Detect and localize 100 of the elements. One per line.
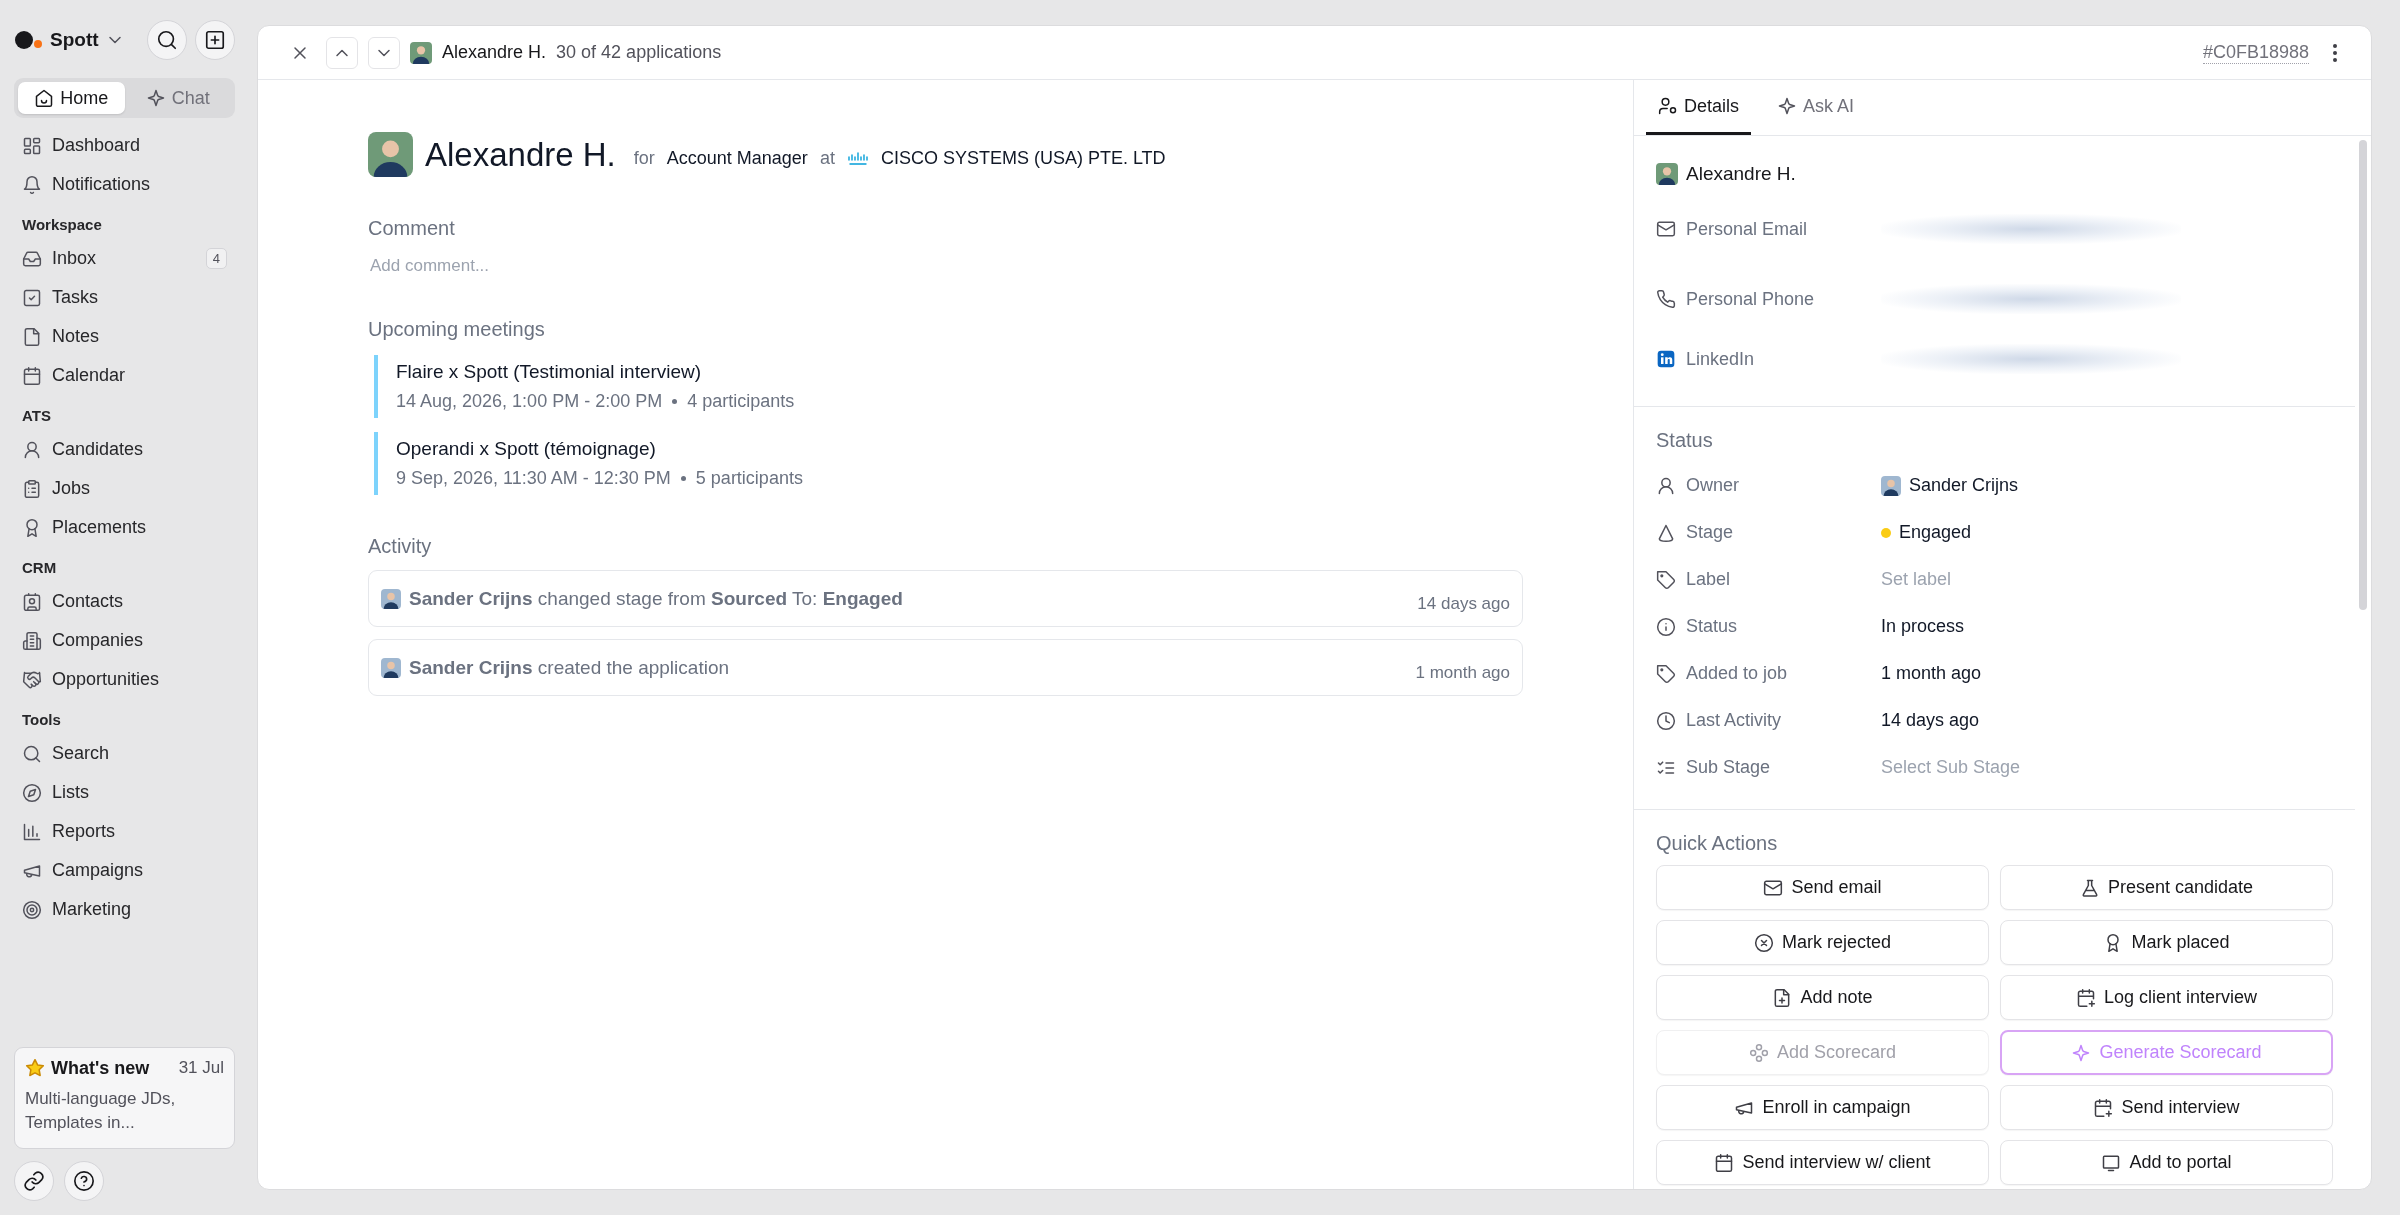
search-icon — [22, 743, 42, 764]
quick-action-button[interactable]: Mark rejected — [1656, 920, 1989, 965]
meeting-title: Flaire x Spott (Testimonial interview) — [396, 361, 703, 383]
job-role[interactable]: Account Manager — [666, 148, 808, 169]
meeting-time: 9 Sep, 2026, 11:30 AM - 12:30 PM — [396, 468, 671, 489]
candidate-name: Alexandre H. — [442, 42, 547, 63]
participant-count: 5 participants — [695, 468, 803, 489]
section-heading: ATS — [21, 406, 52, 426]
nav-item[interactable]: Marketing — [14, 890, 235, 929]
stage-value[interactable]: Engaged — [1899, 522, 1972, 543]
meeting-entry[interactable]: Flaire x Spott (Testimonial interview) 14 Aug, 2026, 1:00 PM - 2:00 PM 4 participants — [374, 355, 1573, 418]
nav-item[interactable]: Calendar — [14, 356, 235, 395]
nav-item[interactable]: Opportunities — [14, 660, 235, 699]
quick-action-button[interactable]: Send interview w/ client — [1656, 1140, 1989, 1185]
activity-text: Sander Crijns changed stage from Sourced To: Engaged — [409, 587, 904, 610]
calendar-plus-icon — [2075, 987, 2096, 1008]
nav-item[interactable]: Dashboard — [14, 126, 235, 165]
nav-item[interactable]: Lists — [14, 773, 235, 812]
scrollbar-thumb[interactable] — [2359, 140, 2367, 610]
panel-tab[interactable]: Ask AI — [1765, 80, 1867, 135]
for-label: for — [633, 148, 655, 169]
quick-action-button[interactable]: Add note — [1656, 975, 1989, 1020]
home-icon — [34, 88, 55, 108]
search-button[interactable] — [147, 20, 187, 60]
avatar — [381, 657, 401, 678]
avatar — [381, 588, 401, 609]
nav-item[interactable]: Notes — [14, 317, 235, 356]
brand-name[interactable]: Spott — [50, 29, 99, 51]
help-button[interactable] — [64, 1161, 104, 1201]
section-heading: Activity — [368, 535, 433, 558]
calendar-icon — [22, 365, 42, 386]
quick-action-button[interactable]: Send interview — [2000, 1085, 2333, 1130]
search-icon — [156, 29, 178, 51]
activity-text: Sander Crijns created the application — [409, 656, 730, 679]
comment-field[interactable]: Add comment... — [368, 254, 772, 278]
application-id[interactable]: #C0FB18988 — [2202, 41, 2309, 64]
clipboard-icon — [22, 478, 42, 499]
quick-action-button[interactable]: Add to portal — [2000, 1140, 2333, 1185]
dots-icon — [1748, 1042, 1769, 1063]
field-label: Personal Phone — [1686, 288, 1815, 310]
nav-item[interactable]: Candidates — [14, 430, 235, 469]
mode-tab[interactable]: Home — [18, 82, 125, 114]
avatar — [1656, 163, 1678, 185]
meeting-title: Operandi x Spott (témoignage) — [396, 438, 657, 460]
link-button[interactable] — [14, 1161, 54, 1201]
compass-icon — [22, 782, 42, 803]
nav-item[interactable]: Campaigns — [14, 851, 235, 890]
nav-item[interactable]: Notifications — [14, 165, 235, 204]
field-label: Last Activity — [1686, 710, 1782, 731]
tag-icon — [1656, 569, 1676, 590]
field-label: Sub Stage — [1686, 757, 1771, 778]
x-circle-icon — [1753, 932, 1774, 953]
next-button[interactable] — [368, 36, 400, 69]
field-label: Added to job — [1686, 663, 1788, 684]
section-heading: Upcoming meetings — [368, 318, 546, 341]
clock-icon — [1656, 710, 1676, 731]
field-label: Label — [1686, 569, 1731, 590]
select-field[interactable]: Set label — [1881, 569, 2181, 590]
link-icon — [23, 1170, 45, 1192]
nav-item[interactable]: Tasks — [14, 278, 235, 317]
panel-tab[interactable]: Details — [1646, 80, 1752, 135]
quick-action-button[interactable]: Log client interview — [2000, 975, 2333, 1020]
field-label: LinkedIn — [1686, 348, 1755, 370]
nav-item[interactable]: Reports — [14, 812, 235, 851]
meeting-time: 14 Aug, 2026, 1:00 PM - 2:00 PM — [396, 391, 663, 412]
quick-action-button[interactable]: Send email — [1656, 865, 1989, 910]
whats-new-card[interactable]: What's new 31 Jul Multi-language JDs, Templates in... — [14, 1046, 235, 1149]
contact-name: Alexandre H. — [1686, 163, 1796, 185]
nav-item[interactable]: Search — [14, 734, 235, 773]
person-icon — [1656, 475, 1676, 496]
linkedin-icon — [1656, 349, 1676, 369]
nav-item[interactable]: Contacts — [14, 582, 235, 621]
sparkle-icon — [145, 88, 166, 108]
nav-item[interactable]: Companies — [14, 621, 235, 660]
nav-item[interactable]: Placements — [14, 508, 235, 547]
field-label: Stage — [1686, 522, 1734, 543]
quick-action-button[interactable]: Present candidate — [2000, 865, 2333, 910]
field-label: Owner — [1686, 475, 1739, 496]
phone-icon — [1656, 289, 1676, 309]
owner-name[interactable]: Sander Crijns — [1909, 475, 2019, 496]
previous-button[interactable] — [326, 36, 358, 69]
handshake-icon — [22, 669, 42, 690]
quick-action-button[interactable]: Mark placed — [2000, 920, 2333, 965]
bell-icon — [22, 174, 42, 195]
card-date: 31 Jul — [178, 1058, 224, 1079]
meeting-entry[interactable]: Operandi x Spott (témoignage) 9 Sep, 2026, 11:30 AM - 12:30 PM 5 participants — [374, 432, 1573, 495]
sparkle-icon — [2071, 1042, 2092, 1063]
section-heading: CRM — [21, 558, 58, 578]
company-name[interactable]: CISCO SYSTEMS (USA) PTE. LTD — [880, 148, 1166, 169]
nav-item[interactable]: Inbox 4 — [14, 239, 235, 278]
user-gear-icon — [1658, 96, 1678, 116]
activity-time: 14 days ago — [1417, 594, 1510, 614]
nav-item[interactable]: Jobs — [14, 469, 235, 508]
new-button[interactable] — [195, 20, 235, 60]
quick-action-button[interactable]: Enroll in campaign — [1656, 1085, 1989, 1130]
at-label: at — [819, 148, 835, 169]
select-field[interactable]: Select Sub Stage — [1881, 757, 2181, 778]
calendar-plus-icon — [2093, 1097, 2114, 1118]
field-value: 14 days ago — [1881, 710, 1980, 731]
field-label: Status — [1686, 616, 1738, 637]
